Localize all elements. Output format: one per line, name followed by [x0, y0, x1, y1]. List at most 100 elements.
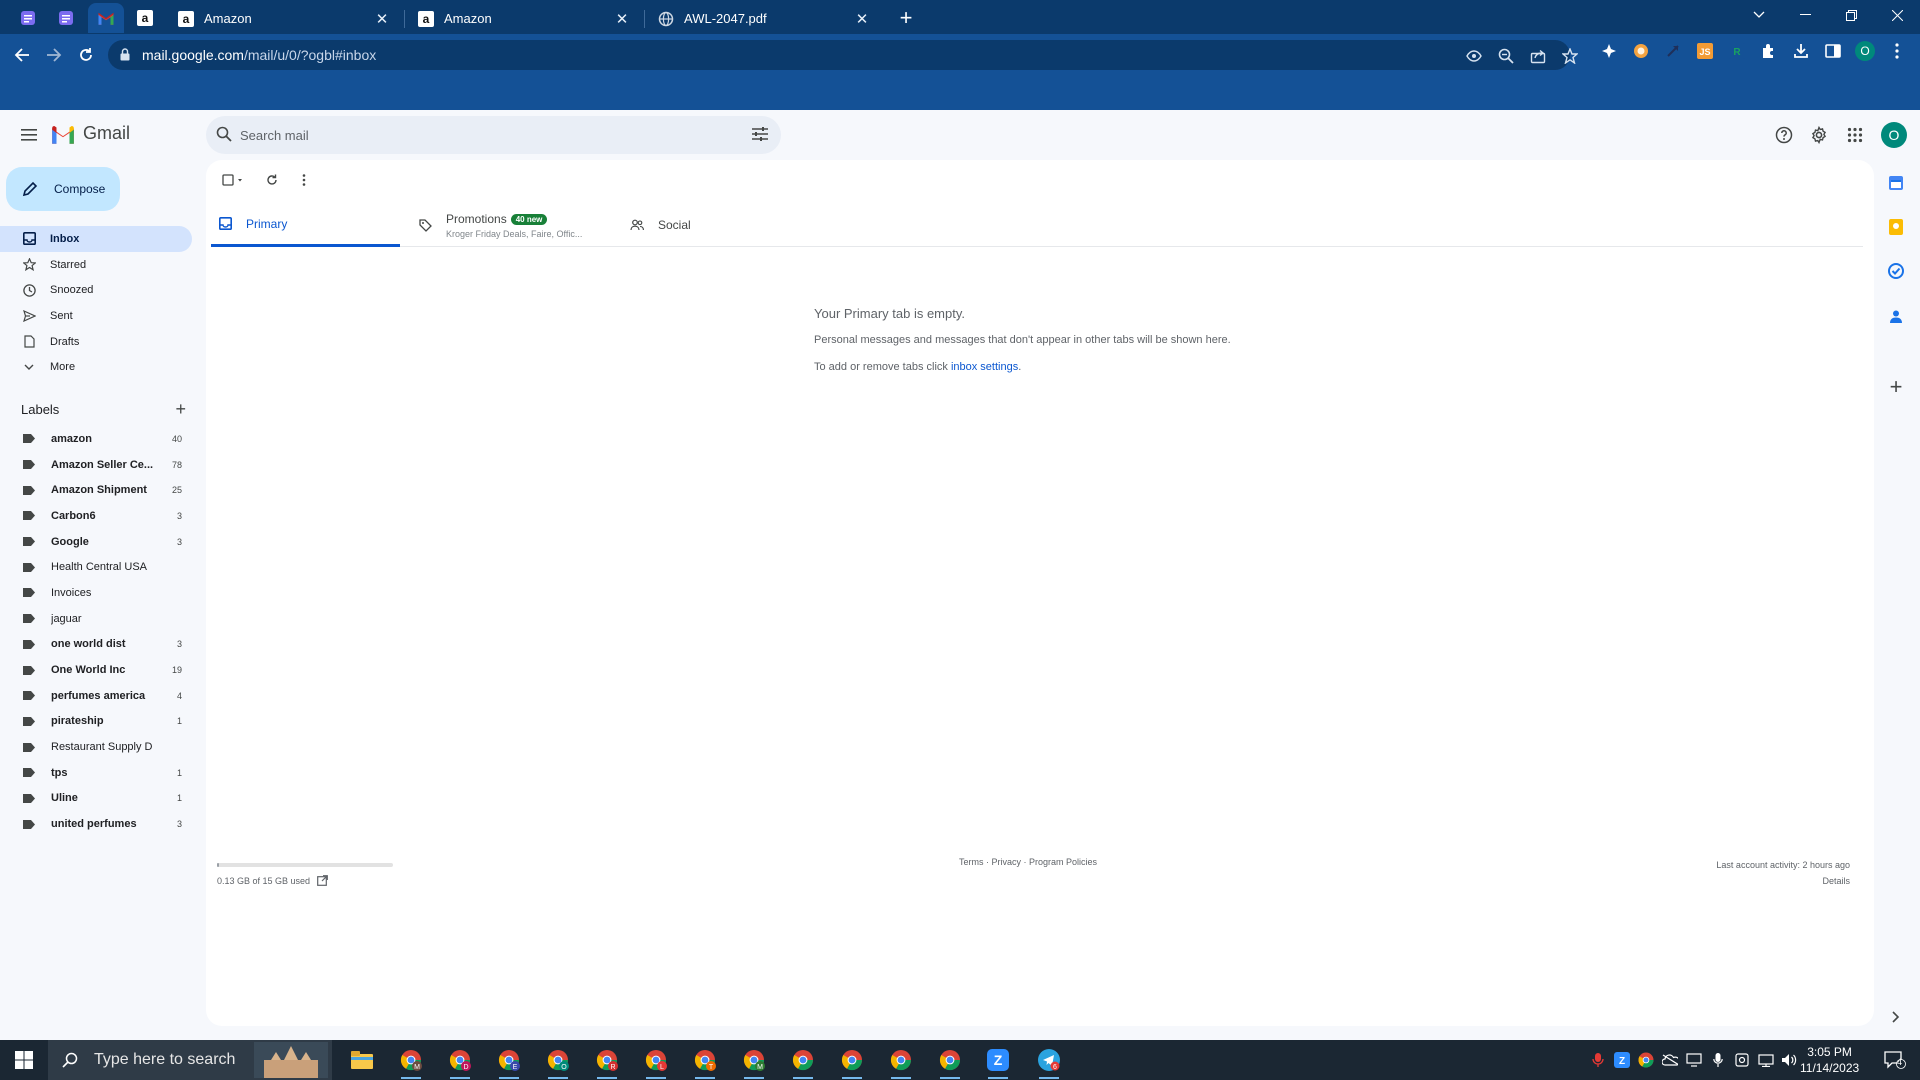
label-item[interactable]: Invoices — [0, 580, 192, 606]
nav-starred[interactable]: Starred — [0, 252, 192, 278]
label-item[interactable]: One World Inc 19 — [0, 657, 192, 683]
search-options-icon[interactable] — [751, 126, 769, 142]
microphone-tray-icon[interactable] — [1710, 1052, 1726, 1068]
chrome-profile-taskbar-icon[interactable]: M — [392, 1044, 430, 1079]
close-window-icon[interactable] — [1874, 0, 1920, 30]
label-item[interactable]: Amazon Seller Ce... 78 — [0, 452, 192, 478]
label-item[interactable]: Google 3 — [0, 529, 192, 555]
chrome-profile-taskbar-icon[interactable]: L — [637, 1044, 675, 1079]
main-menu-icon[interactable] — [16, 122, 42, 148]
camera-tray-icon[interactable] — [1734, 1052, 1750, 1068]
more-options-icon[interactable] — [294, 170, 314, 190]
browser-tab-1[interactable]: a Amazon ✕ — [168, 3, 400, 34]
pinned-tab-tasks[interactable] — [10, 3, 46, 33]
chrome-profile-taskbar-icon[interactable] — [784, 1044, 822, 1079]
select-all-checkbox[interactable] — [218, 170, 248, 190]
close-tab-icon[interactable]: ✕ — [854, 11, 870, 28]
onedrive-tray-icon[interactable] — [1662, 1052, 1678, 1068]
search-input[interactable] — [240, 116, 720, 154]
zoom-app-icon[interactable]: Z — [979, 1044, 1017, 1079]
label-item[interactable]: Restaurant Supply D — [0, 734, 192, 760]
details-link[interactable]: Details — [1716, 873, 1850, 889]
get-addons-plus-icon[interactable]: + — [1884, 374, 1908, 399]
nav-more[interactable]: More — [0, 354, 192, 380]
forward-button[interactable] — [40, 41, 68, 69]
chrome-profile-taskbar-icon[interactable] — [882, 1044, 920, 1079]
chrome-profile-taskbar-icon[interactable]: R — [588, 1044, 626, 1079]
inbox-settings-link[interactable]: inbox settings — [951, 361, 1018, 373]
display-tray-icon[interactable] — [1686, 1052, 1702, 1068]
label-item[interactable]: Uline 1 — [0, 786, 192, 812]
browser-tab-3[interactable]: AWL-2047.pdf ✕ — [648, 3, 880, 34]
close-tab-icon[interactable]: ✕ — [614, 11, 630, 28]
extension-r-icon[interactable]: R — [1726, 40, 1748, 62]
restore-icon[interactable] — [1828, 0, 1874, 30]
label-item[interactable]: amazon 40 — [0, 426, 192, 452]
network-tray-icon[interactable] — [1758, 1052, 1774, 1068]
extension-js-icon[interactable]: JS — [1694, 40, 1716, 62]
tab-search-icon[interactable] — [1736, 0, 1782, 30]
label-item[interactable]: tps 1 — [0, 760, 192, 786]
settings-gear-icon[interactable] — [1807, 123, 1831, 147]
label-item[interactable]: Health Central USA — [0, 554, 192, 580]
tab-primary[interactable]: Primary — [211, 203, 400, 247]
extensions-puzzle-icon[interactable] — [1758, 40, 1780, 62]
chrome-profile-taskbar-icon[interactable]: E — [490, 1044, 528, 1079]
footer-links[interactable]: Terms · Privacy · Program Policies — [959, 857, 1097, 867]
zoom-icon[interactable] — [1497, 47, 1515, 65]
tab-social[interactable]: Social — [622, 203, 802, 247]
label-item[interactable]: one world dist 3 — [0, 632, 192, 658]
file-explorer-icon[interactable] — [343, 1044, 381, 1076]
system-clock[interactable]: 3:05 PM 11/14/2023 — [1800, 1044, 1859, 1076]
tasks-icon[interactable] — [1884, 259, 1908, 283]
pinned-tab-tasks-2[interactable] — [48, 3, 84, 33]
help-icon[interactable] — [1772, 123, 1796, 147]
label-item[interactable]: jaguar — [0, 606, 192, 632]
taskbar-search-box[interactable]: Type here to search — [48, 1040, 332, 1080]
google-apps-icon[interactable] — [1843, 123, 1867, 147]
open-external-icon[interactable] — [317, 875, 328, 886]
tab-promotions[interactable]: Promotions 40 new Kroger Friday Deals, Fa… — [411, 203, 606, 247]
create-label-button[interactable]: + — [175, 399, 186, 420]
chrome-profile-taskbar-icon[interactable]: D — [441, 1044, 479, 1079]
side-panel-icon[interactable] — [1822, 40, 1844, 62]
chrome-profile-taskbar-icon[interactable]: T — [686, 1044, 724, 1079]
keep-icon[interactable] — [1884, 215, 1908, 239]
reload-button[interactable] — [72, 41, 100, 69]
chrome-profile-taskbar-icon[interactable]: M — [735, 1044, 773, 1079]
calendar-icon[interactable] — [1884, 171, 1908, 195]
label-item[interactable]: Amazon Shipment 25 — [0, 477, 192, 503]
browser-tab-2[interactable]: a Amazon ✕ — [408, 3, 640, 34]
extension-arrow-icon[interactable] — [1662, 40, 1684, 62]
volume-tray-icon[interactable] — [1781, 1052, 1797, 1068]
chevron-right-icon[interactable] — [1884, 1005, 1908, 1029]
nav-drafts[interactable]: Drafts — [0, 329, 192, 355]
label-item[interactable]: pirateship 1 — [0, 709, 192, 735]
label-item[interactable]: perfumes america 4 — [0, 683, 192, 709]
windows-start-button[interactable] — [0, 1040, 48, 1080]
telegram-icon[interactable]: 6 — [1030, 1044, 1068, 1079]
contacts-icon[interactable] — [1884, 304, 1908, 328]
chrome-menu-icon[interactable] — [1886, 40, 1908, 62]
bookmark-star-icon[interactable] — [1561, 47, 1579, 65]
new-tab-button[interactable]: + — [892, 4, 920, 32]
download-icon[interactable] — [1790, 40, 1812, 62]
compose-button[interactable]: Compose — [6, 167, 120, 211]
search-icon[interactable] — [216, 126, 232, 142]
back-button[interactable] — [8, 41, 36, 69]
extension-puzzle-blue-icon[interactable] — [1598, 40, 1620, 62]
nav-snoozed[interactable]: Snoozed — [0, 277, 192, 303]
label-item[interactable]: united perfumes 3 — [0, 811, 192, 837]
pinned-tab-gmail[interactable] — [88, 3, 124, 33]
share-icon[interactable] — [1529, 47, 1547, 65]
minimize-icon[interactable] — [1782, 0, 1828, 30]
address-bar[interactable]: mail.google.com/mail/u/0/?ogbl#inbox — [108, 40, 1578, 70]
pinned-tab-amazon[interactable]: a — [127, 3, 163, 33]
label-item[interactable]: Carbon6 3 — [0, 503, 192, 529]
notification-center-icon[interactable]: 4 — [1880, 1051, 1910, 1069]
account-avatar[interactable]: O — [1881, 122, 1907, 148]
chrome-profile-taskbar-icon[interactable] — [833, 1044, 871, 1079]
lock-icon[interactable] — [120, 48, 130, 61]
extension-orange-circle-icon[interactable] — [1630, 40, 1652, 62]
eye-icon[interactable] — [1465, 47, 1483, 65]
